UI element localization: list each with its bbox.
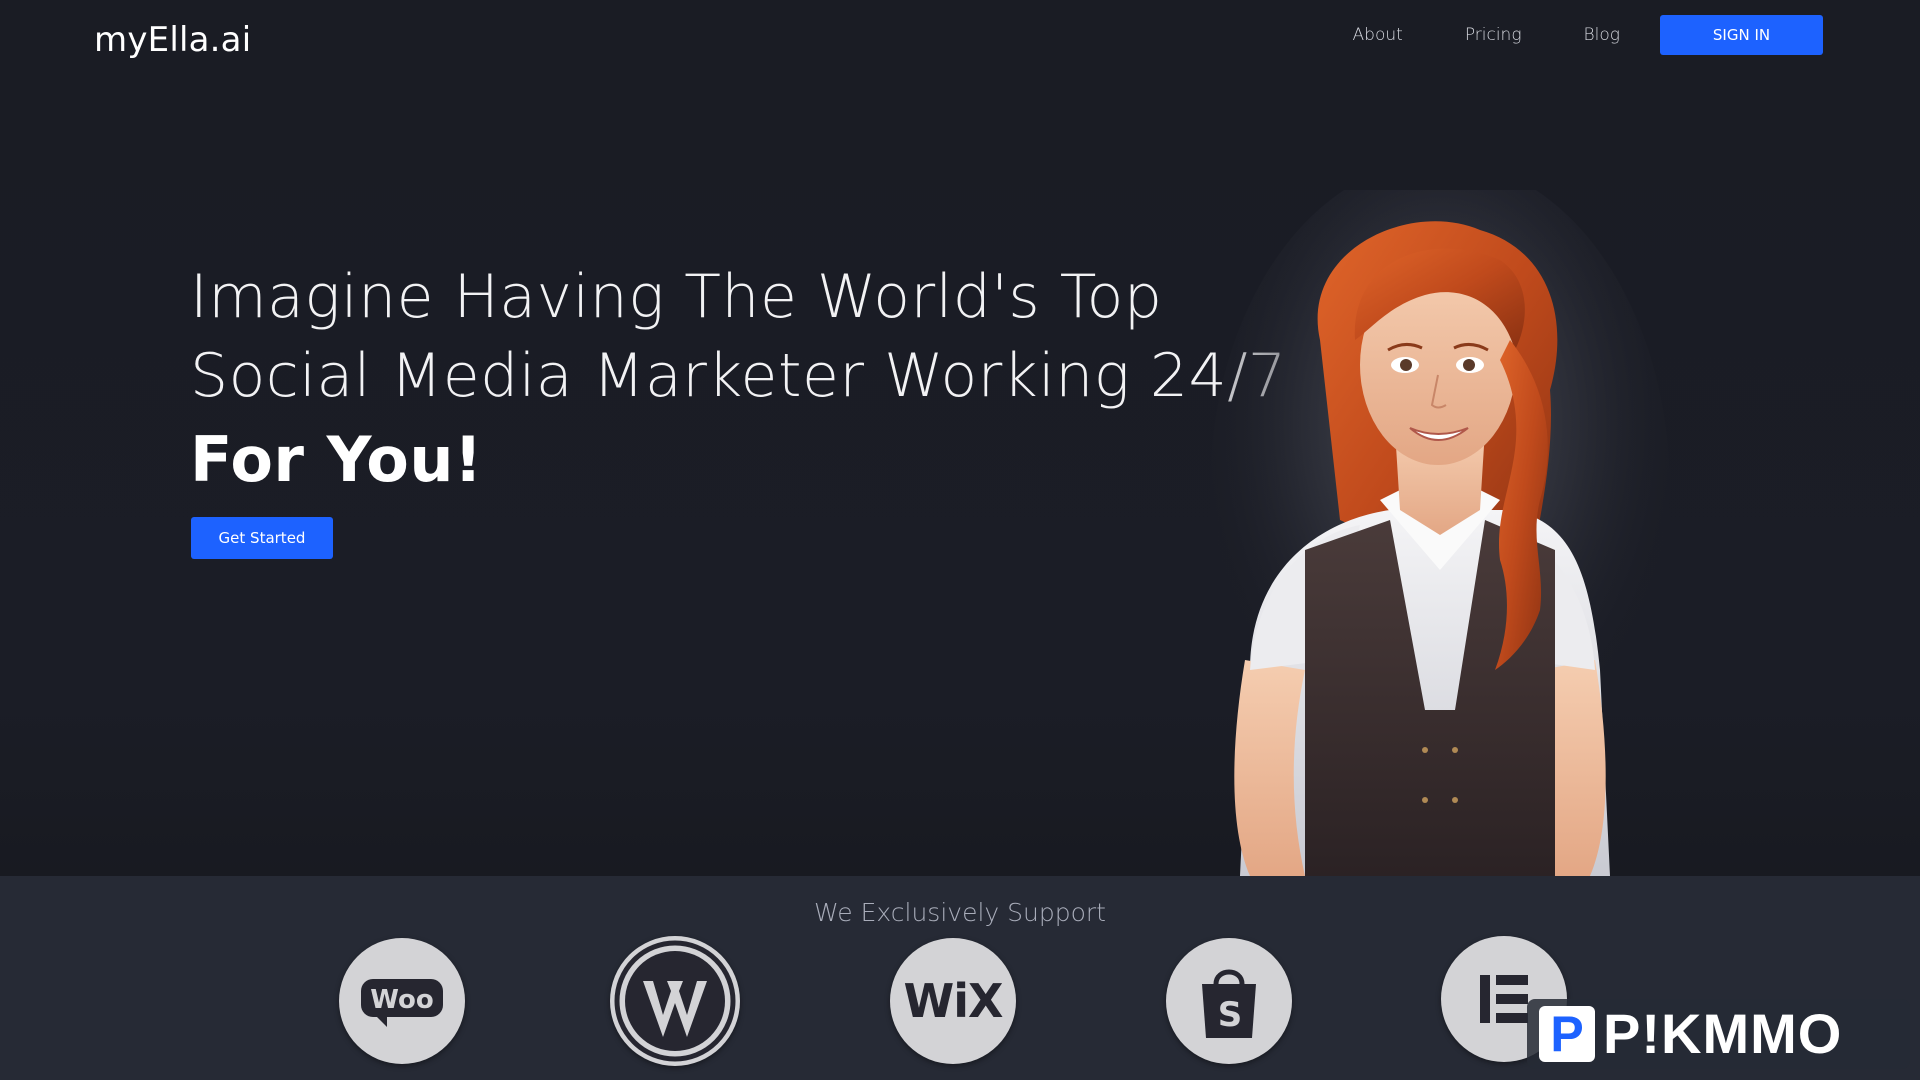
site-logo[interactable]: myElla.ai (94, 20, 251, 60)
get-started-button[interactable]: Get Started (191, 517, 333, 559)
nav-about-link[interactable]: About (1353, 25, 1403, 45)
headline-line-2: Social Media Marketer Working 24/7 (190, 341, 1287, 411)
main-nav: About Pricing Blog SIGN IN (1353, 15, 1823, 55)
support-title: We Exclusively Support (814, 898, 1106, 927)
svg-text:S: S (1218, 995, 1243, 1035)
wix-icon[interactable]: WiX (890, 938, 1016, 1064)
site-header: myElla.ai About Pricing Blog SIGN IN (0, 0, 1920, 80)
wix-label: WiX (903, 974, 1004, 1028)
headline-line-1: Imagine Having The World's Top (190, 262, 1163, 332)
nav-blog-link[interactable]: Blog (1584, 25, 1620, 45)
watermark-letter: P (1550, 1006, 1584, 1062)
wordpress-icon[interactable] (610, 936, 740, 1066)
shopify-icon[interactable]: S (1166, 938, 1292, 1064)
hero-headline: Imagine Having The World's Top Social Me… (190, 258, 1287, 499)
watermark-logo-mark: P (1539, 1006, 1595, 1062)
pikmmo-watermark: P P!KMMO (1527, 999, 1910, 1069)
woo-label: Woo (370, 985, 433, 1015)
headline-line-3: For You! (190, 423, 483, 496)
woocommerce-icon[interactable]: Woo (339, 938, 465, 1064)
nav-pricing-link[interactable]: Pricing (1465, 25, 1522, 45)
sign-in-button[interactable]: SIGN IN (1660, 15, 1823, 55)
assistant-portrait-image (1210, 190, 1670, 876)
watermark-text: P!KMMO (1603, 1002, 1843, 1065)
